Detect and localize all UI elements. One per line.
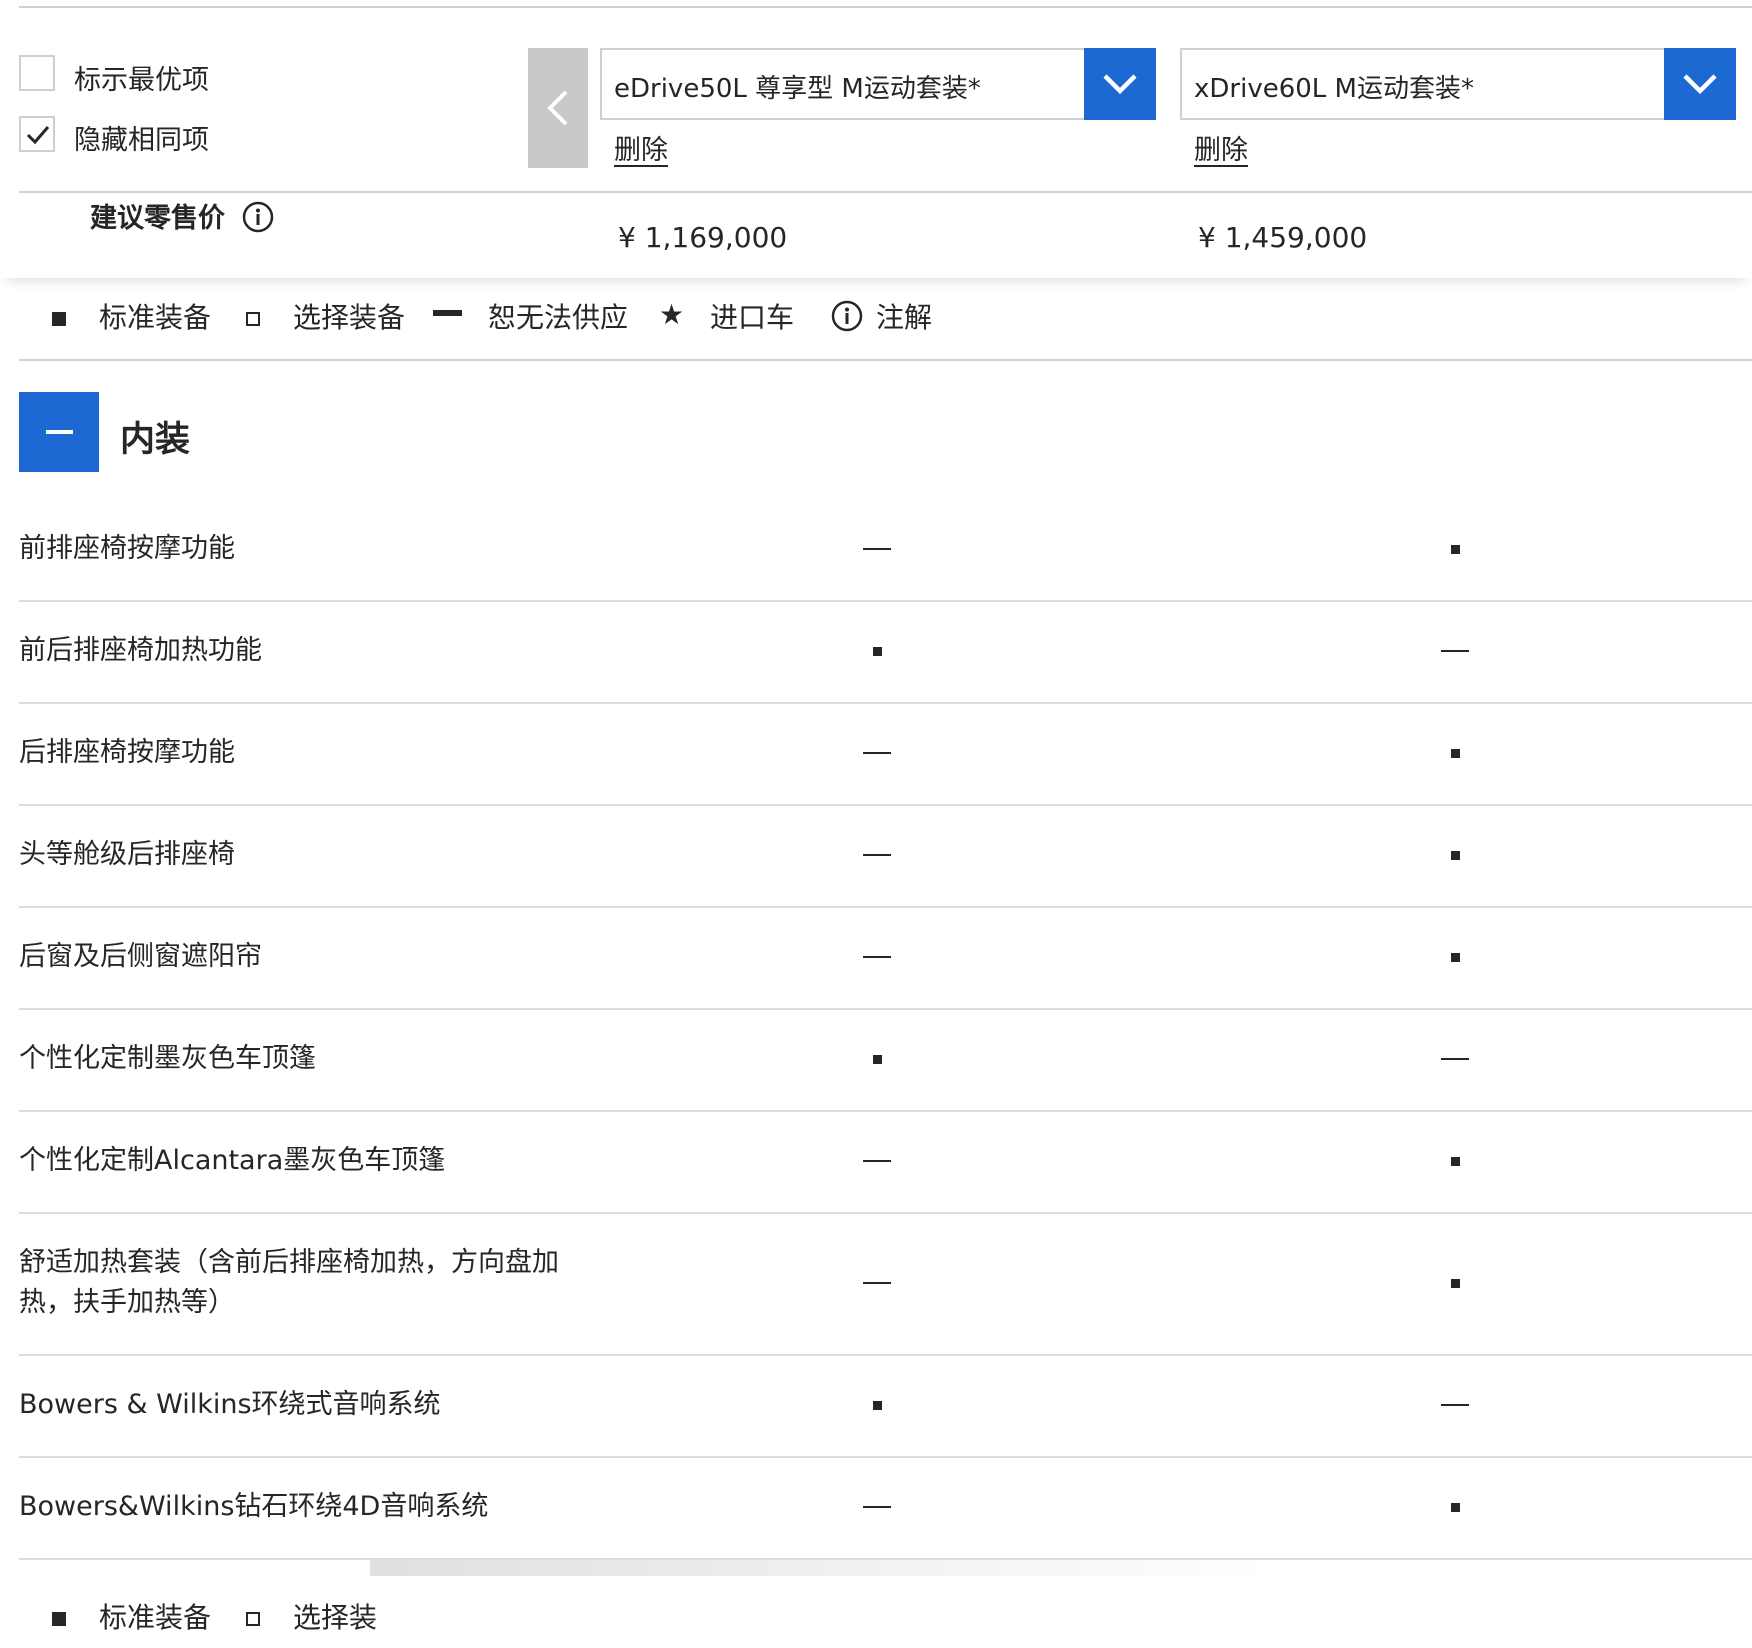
legend-optional-label: 选择装备 — [293, 301, 406, 334]
model-select-2-dropdown[interactable] — [1664, 48, 1736, 120]
hide-same-label: 隐藏相同项 — [74, 125, 209, 156]
divider — [19, 359, 1752, 361]
legend-standard-label: 标准装备 — [99, 1601, 212, 1634]
standard-mark — [873, 1055, 882, 1064]
standard-mark — [1451, 749, 1460, 758]
standard-mark — [1451, 953, 1460, 962]
delete-model-2-link[interactable]: 删除 — [1194, 128, 1248, 167]
model-select-2[interactable]: xDrive60L M运动套装* — [1180, 48, 1736, 120]
model-select-2-value: xDrive60L M运动套装* — [1194, 74, 1474, 104]
feature-name: 前排座椅按摩功能 — [19, 533, 235, 564]
compare-header: 标示最优项 隐藏相同项 eDrive50L 尊享型 M运动套装* 删除 xDri… — [0, 0, 1752, 278]
checkmark-icon — [26, 126, 50, 145]
chevron-left-icon — [547, 90, 568, 126]
model-select-1[interactable]: eDrive50L 尊享型 M运动套装* — [600, 48, 1156, 120]
feature-name: 后排座椅按摩功能 — [19, 737, 235, 768]
divider — [19, 191, 1752, 193]
table-row: 个性化定制墨灰色车顶篷 — [19, 1008, 1752, 1112]
feature-name: Bowers & Wilkins环绕式音响系统 — [19, 1389, 441, 1420]
previous-model-button[interactable] — [528, 48, 588, 168]
divider — [19, 6, 1752, 8]
feature-name: Bowers&Wilkins钻石环绕4D音响系统 — [19, 1491, 489, 1522]
highlight-best-checkbox[interactable] — [19, 55, 55, 91]
feature-name: 个性化定制Alcantara墨灰色车顶篷 — [19, 1145, 446, 1176]
chevron-down-icon — [1683, 74, 1717, 95]
feature-name: 舒适加热套装（含前后排座椅加热，方向盘加热，扶手加热等） — [19, 1247, 559, 1318]
unavailable-mark — [863, 1506, 891, 1508]
feature-name: 前后排座椅加热功能 — [19, 635, 262, 666]
unavailable-icon — [433, 310, 462, 316]
model-2-price: ¥ 1,459,000 — [1198, 221, 1368, 254]
section-title: 内装 — [120, 420, 191, 460]
legend-imported-label: 进口车 — [710, 301, 795, 334]
standard-mark — [1451, 851, 1460, 860]
table-row: 前后排座椅加热功能 — [19, 600, 1752, 704]
model-select-1-dropdown[interactable] — [1084, 48, 1156, 120]
unavailable-mark — [863, 548, 891, 550]
standard-mark — [1451, 1279, 1460, 1288]
info-icon — [831, 300, 863, 332]
legend: 标准装备 选择装备 恕无法供应 ★ 进口车 注解 — [0, 292, 1752, 342]
standard-mark — [1451, 1157, 1460, 1166]
legend-standard-label: 标准装备 — [99, 301, 212, 334]
msrp-label: 建议零售价 — [90, 203, 225, 234]
table-row: Bowers&Wilkins钻石环绕4D音响系统 — [19, 1456, 1752, 1560]
table-row: 个性化定制Alcantara墨灰色车顶篷 — [19, 1110, 1752, 1214]
table-row: 头等舱级后排座椅 — [19, 804, 1752, 908]
unavailable-mark — [863, 854, 891, 856]
standard-equipment-icon — [52, 312, 66, 326]
unavailable-mark — [863, 956, 891, 958]
feature-name: 个性化定制墨灰色车顶篷 — [19, 1043, 316, 1074]
unavailable-mark — [863, 752, 891, 754]
table-row: 前排座椅按摩功能 — [19, 498, 1752, 602]
feature-name: 头等舱级后排座椅 — [19, 839, 235, 870]
optional-equipment-icon — [246, 312, 260, 326]
legend-bottom: 标准装备 选择装 — [0, 1592, 1752, 1642]
unavailable-mark — [1441, 1404, 1469, 1406]
legend-unavailable-label: 恕无法供应 — [488, 301, 629, 334]
model-1-price: ¥ 1,169,000 — [618, 221, 788, 254]
standard-mark — [1451, 545, 1460, 554]
optional-equipment-icon — [246, 1612, 260, 1626]
unavailable-mark — [1441, 1058, 1469, 1060]
imported-star-icon: ★ — [659, 298, 685, 331]
standard-mark — [873, 647, 882, 656]
hide-same-checkbox[interactable] — [19, 116, 55, 152]
standard-equipment-icon — [52, 1612, 66, 1626]
model-select-1-value: eDrive50L 尊享型 M运动套装* — [614, 74, 981, 104]
chevron-down-icon — [1103, 74, 1137, 95]
table-row: 舒适加热套装（含前后排座椅加热，方向盘加热，扶手加热等） — [19, 1212, 1752, 1356]
standard-mark — [1451, 1503, 1460, 1512]
minus-icon — [46, 430, 73, 434]
unavailable-mark — [1441, 650, 1469, 652]
delete-model-1-link[interactable]: 删除 — [614, 128, 668, 167]
legend-optional-label: 选择装 — [293, 1601, 378, 1634]
highlight-best-label: 标示最优项 — [74, 65, 209, 96]
feature-name: 后窗及后侧窗遮阳帘 — [19, 941, 262, 972]
legend-note-label: 注解 — [876, 301, 933, 334]
info-icon[interactable] — [242, 201, 274, 233]
scroll-fade — [370, 1560, 1270, 1576]
unavailable-mark — [863, 1160, 891, 1162]
table-row: 后排座椅按摩功能 — [19, 702, 1752, 806]
table-row: Bowers & Wilkins环绕式音响系统 — [19, 1354, 1752, 1458]
collapse-section-button[interactable] — [19, 392, 99, 472]
unavailable-mark — [863, 1282, 891, 1284]
table-row: 后窗及后侧窗遮阳帘 — [19, 906, 1752, 1010]
standard-mark — [873, 1401, 882, 1410]
